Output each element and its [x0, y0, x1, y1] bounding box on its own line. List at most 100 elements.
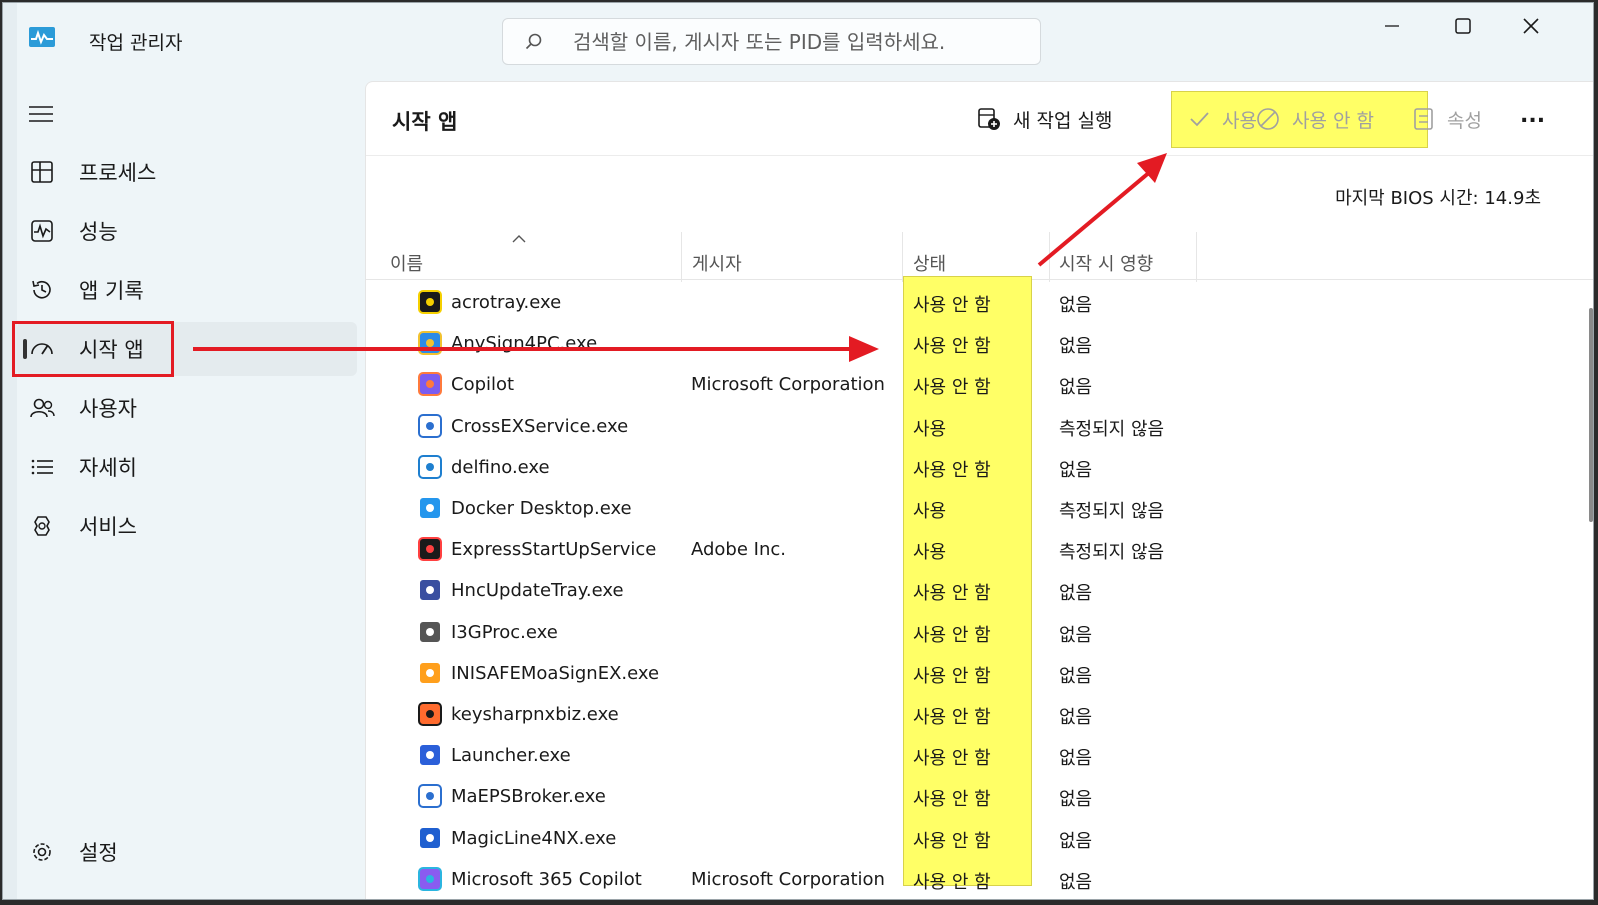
- app-status: 사용 안 함: [913, 336, 991, 358]
- processes-icon: [31, 161, 53, 183]
- app-publisher: Microsoft Corporation: [691, 868, 885, 890]
- run-new-task-button[interactable]: 새 작업 실행: [977, 104, 1112, 134]
- services-icon: [34, 516, 50, 536]
- table-row[interactable]: ExpressStartUpService Adobe Inc. 사용 측정되지…: [366, 528, 1593, 569]
- window-edge: [3, 3, 17, 899]
- column-header-startup-impact[interactable]: 시작 시 영향: [1059, 250, 1153, 276]
- column-header-name[interactable]: 이름: [390, 250, 423, 276]
- sidebar-item-users[interactable]: 사용자: [17, 381, 357, 435]
- sort-ascending-icon: [512, 235, 526, 243]
- app-startup-impact: 측정되지 않음: [1059, 542, 1165, 564]
- app-startup-impact: 없음: [1059, 789, 1093, 811]
- table-row[interactable]: MagicLine4NX.exe 사용 안 함 없음: [366, 817, 1593, 858]
- table-row[interactable]: Docker Desktop.exe 사용 측정되지 않음: [366, 487, 1593, 528]
- table-row[interactable]: CrossEXService.exe 사용 측정되지 않음: [366, 405, 1593, 446]
- app-name: keysharpnxbiz.exe: [451, 704, 619, 725]
- app-startup-impact: 없음: [1059, 336, 1093, 358]
- app-publisher: Microsoft Corporation: [691, 374, 885, 396]
- app-name: Copilot: [451, 374, 515, 396]
- enable-button[interactable]: 사용: [1188, 104, 1257, 134]
- column-divider[interactable]: [1049, 232, 1050, 282]
- bios-time-value: 14.9초: [1484, 188, 1541, 209]
- app-startup-impact: 없음: [1059, 295, 1093, 316]
- sidebar-item-processes[interactable]: 프로세스: [17, 145, 357, 199]
- app-icon: [418, 290, 442, 314]
- app-status: 사용 안 함: [913, 583, 991, 605]
- app-status: 사용 안 함: [913, 830, 991, 852]
- sidebar-item-label: 서비스: [79, 515, 137, 539]
- app-name: Launcher.exe: [451, 745, 571, 767]
- toolbar: 시작 앱 새 작업 실행 사용 사용 안 함 속성 ...: [366, 82, 1593, 156]
- close-button[interactable]: [1518, 15, 1544, 37]
- app-icon: [418, 496, 442, 520]
- table-row[interactable]: AnySign4PC.exe 사용 안 함 없음: [366, 322, 1593, 363]
- gear-icon: [33, 843, 51, 861]
- column-divider[interactable]: [902, 232, 903, 282]
- startup-apps-panel: 시작 앱 새 작업 실행 사용 사용 안 함 속성 ... 마지막 BIOS 시…: [365, 81, 1593, 899]
- app-status: 사용 안 함: [913, 707, 991, 728]
- sidebar-item-label: 앱 기록: [79, 279, 144, 303]
- column-divider[interactable]: [1196, 232, 1197, 282]
- task-manager-app-icon: [29, 27, 55, 47]
- app-startup-impact: 없음: [1059, 459, 1093, 481]
- sidebar-item-label: 프로세스: [79, 161, 157, 185]
- search-icon: [525, 33, 542, 50]
- app-status: 사용: [913, 501, 947, 522]
- app-startup-impact: 없음: [1059, 377, 1093, 399]
- table-row[interactable]: I3GProc.exe 사용 안 함 없음: [366, 611, 1593, 652]
- enable-label: 사용: [1222, 109, 1257, 132]
- performance-icon: [31, 220, 53, 242]
- table-row[interactable]: Launcher.exe 사용 안 함 없음: [366, 734, 1593, 775]
- app-name: acrotray.exe: [451, 292, 562, 313]
- page-title: 시작 앱: [392, 110, 458, 134]
- app-icon: [418, 413, 442, 438]
- disable-button[interactable]: 사용 안 함: [1256, 104, 1374, 134]
- search-input[interactable]: [573, 27, 1013, 57]
- app-icon: [418, 702, 442, 726]
- table-row[interactable]: INISAFEMoaSignEX.exe 사용 안 함 없음: [366, 652, 1593, 693]
- column-divider[interactable]: [681, 232, 682, 282]
- app-name: HncUpdateTray.exe: [451, 580, 624, 602]
- table-row[interactable]: HncUpdateTray.exe 사용 안 함 없음: [366, 569, 1593, 610]
- sidebar-item-details[interactable]: 자세히: [17, 440, 357, 494]
- app-name: ExpressStartUpService: [451, 539, 657, 561]
- table-row[interactable]: Copilot Microsoft Corporation 사용 안 함 없음: [366, 363, 1593, 404]
- app-startup-impact: 없음: [1059, 583, 1093, 605]
- sidebar-item-label: 설정: [79, 841, 118, 865]
- sidebar-item-app-history[interactable]: 앱 기록: [17, 263, 357, 317]
- app-name: INISAFEMoaSignEX.exe: [451, 662, 660, 684]
- app-icon: [418, 331, 442, 356]
- search-box[interactable]: [502, 18, 1041, 65]
- table-row[interactable]: keysharpnxbiz.exe 사용 안 함 없음: [366, 693, 1593, 734]
- properties-button[interactable]: 속성: [1413, 104, 1482, 134]
- sidebar-item-settings[interactable]: 설정: [17, 825, 357, 879]
- table-row[interactable]: delfino.exe 사용 안 함 없음: [366, 446, 1593, 487]
- vertical-scrollbar[interactable]: [1589, 308, 1593, 522]
- table-row[interactable]: MaEPSBroker.exe 사용 안 함 없음: [366, 775, 1593, 816]
- annotation-highlight-box: [12, 321, 174, 377]
- app-name: Microsoft 365 Copilot: [451, 868, 642, 890]
- sidebar-item-services[interactable]: 서비스: [17, 499, 357, 553]
- task-manager-window: 작업 관리자 프로세스 성능: [2, 2, 1594, 900]
- app-name: I3GProc.exe: [451, 621, 558, 643]
- properties-label: 속성: [1447, 109, 1482, 132]
- app-name: delfino.exe: [451, 456, 550, 478]
- maximize-button[interactable]: [1450, 15, 1476, 37]
- app-icon: [418, 825, 442, 850]
- table-row[interactable]: Microsoft 365 Copilot Microsoft Corporat…: [366, 858, 1593, 899]
- app-status: 사용 안 함: [913, 459, 991, 481]
- column-header-publisher[interactable]: 게시자: [692, 250, 742, 276]
- app-name: AnySign4PC.exe: [451, 333, 598, 355]
- app-status: 사용 안 함: [913, 665, 991, 687]
- app-startup-impact: 없음: [1059, 624, 1093, 646]
- table-row[interactable]: acrotray.exe 사용 안 함 없음: [366, 281, 1593, 322]
- app-status: 사용 안 함: [913, 295, 991, 316]
- column-header-status[interactable]: 상태: [913, 250, 946, 276]
- app-startup-impact: 측정되지 않음: [1059, 418, 1165, 440]
- app-status: 사용 안 함: [913, 624, 991, 646]
- app-publisher: Adobe Inc.: [691, 539, 786, 561]
- minimize-button[interactable]: [1379, 15, 1405, 37]
- sidebar-item-performance[interactable]: 성능: [17, 204, 357, 258]
- more-options-button[interactable]: ...: [1520, 100, 1545, 130]
- hamburger-menu-icon[interactable]: [29, 105, 53, 123]
